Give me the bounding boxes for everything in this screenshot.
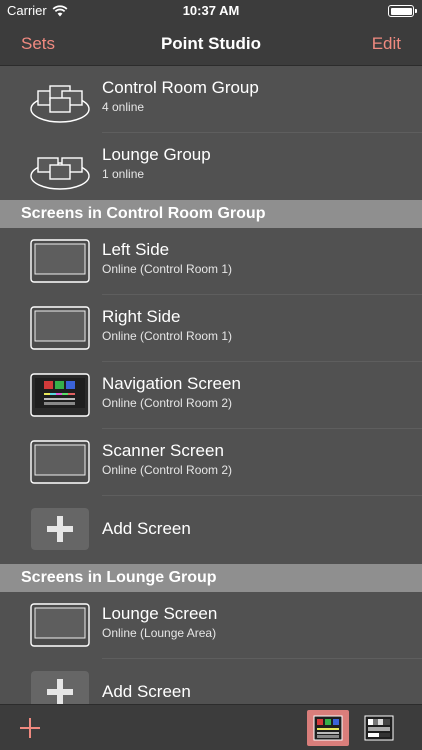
- screen-group-icon: [30, 157, 90, 190]
- add-screen-row[interactable]: Add Screen: [0, 496, 422, 563]
- add-screen-row[interactable]: Add Screen: [0, 659, 422, 704]
- group-row-control-room[interactable]: Control Room Group 4 online: [0, 66, 422, 133]
- screen-title: Lounge Screen: [102, 604, 218, 623]
- section-header-lounge: Screens in Lounge Group: [0, 564, 422, 592]
- group-subtitle: 4 online: [102, 100, 145, 114]
- group-title: Lounge Group: [102, 145, 211, 164]
- monitor-icon: [30, 306, 90, 350]
- grayscale-bars-button[interactable]: [358, 710, 400, 746]
- screen-row-scanner[interactable]: Scanner Screen Online (Control Room 2): [0, 429, 422, 496]
- screen-title: Left Side: [102, 240, 170, 259]
- page-title: Point Studio: [160, 34, 262, 53]
- add-screen-icon: [31, 508, 89, 550]
- screen-title: Scanner Screen: [102, 441, 224, 460]
- plus-icon[interactable]: [18, 716, 42, 740]
- monitor-icon: [30, 440, 90, 484]
- monitor-test-pattern-icon: [30, 373, 90, 417]
- screen-status: Online (Control Room 2): [102, 463, 233, 477]
- monitor-icon: [30, 239, 90, 283]
- screen-row-right-side[interactable]: Right Side Online (Control Room 1): [0, 295, 422, 362]
- screen-status: Online (Control Room 1): [102, 329, 233, 343]
- add-screen-icon: [31, 671, 89, 704]
- color-bars-icon: [313, 715, 343, 741]
- group-row-lounge[interactable]: Lounge Group 1 online: [0, 133, 422, 200]
- screen-row-navigation[interactable]: Navigation Screen Online (Control Room 2…: [0, 362, 422, 429]
- group-subtitle: 1 online: [102, 167, 145, 181]
- section-header-label: Screens in Control Room Group: [21, 205, 266, 222]
- group-title: Control Room Group: [102, 78, 259, 97]
- screen-row-left-side[interactable]: Left Side Online (Control Room 1): [0, 228, 422, 295]
- screen-status: Online (Control Room 1): [102, 262, 233, 276]
- add-screen-label: Add Screen: [102, 519, 191, 538]
- status-bar: Carrier 10:37 AM: [0, 0, 422, 22]
- color-bars-button[interactable]: [307, 710, 349, 746]
- add-screen-label: Add Screen: [102, 682, 191, 701]
- section-header-control-room: Screens in Control Room Group: [0, 200, 422, 228]
- grayscale-bars-icon: [364, 715, 394, 741]
- clock: 10:37 AM: [182, 3, 240, 18]
- bottom-toolbar: [0, 704, 422, 750]
- monitor-icon: [30, 603, 90, 647]
- navigation-bar: Sets Point Studio Edit: [0, 22, 422, 66]
- screen-title: Right Side: [102, 307, 181, 326]
- screen-status: Online (Control Room 2): [102, 396, 233, 410]
- section-header-label: Screens in Lounge Group: [21, 569, 217, 586]
- screen-group-icon: [30, 85, 90, 123]
- screen-row-lounge[interactable]: Lounge Screen Online (Lounge Area): [0, 592, 422, 659]
- screen-list[interactable]: Control Room Group 4 online Lounge Group…: [0, 66, 422, 704]
- screen-title: Navigation Screen: [102, 374, 241, 393]
- screen-status: Online (Lounge Area): [102, 626, 217, 640]
- battery-icon: [388, 5, 417, 17]
- edit-button[interactable]: Edit: [372, 34, 401, 54]
